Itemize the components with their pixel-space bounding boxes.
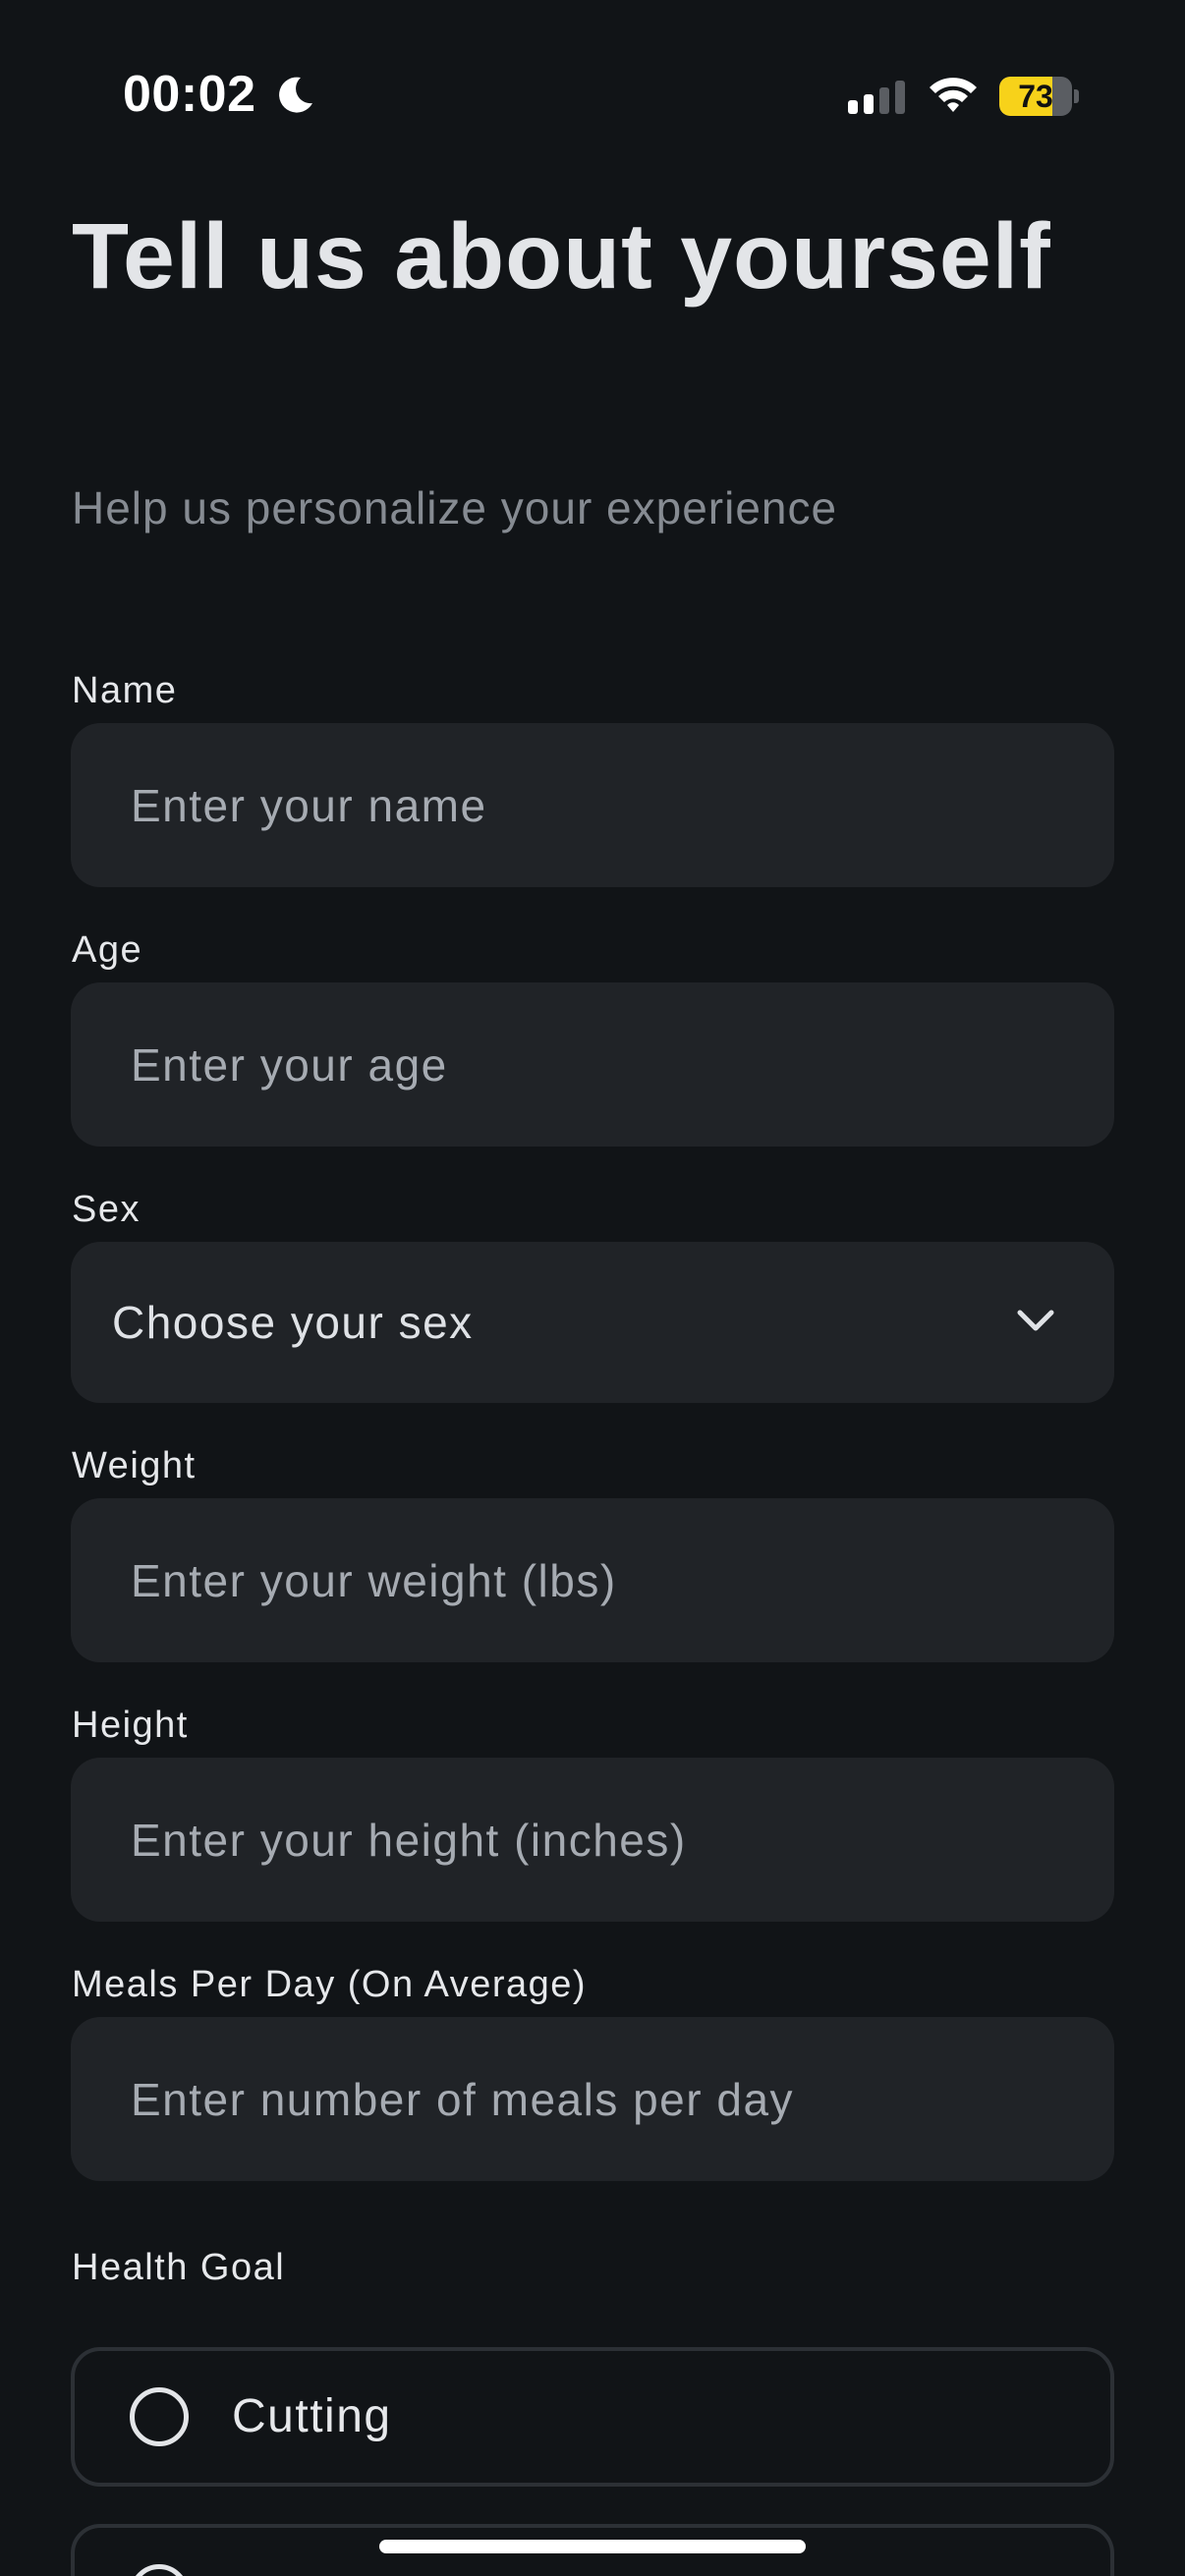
radio-circle-icon[interactable] [130, 2564, 189, 2576]
status-time: 00:02 [123, 66, 256, 123]
battery-body: 73 [999, 77, 1072, 116]
battery-cap [1074, 89, 1079, 103]
name-field [71, 723, 1114, 887]
age-input[interactable] [71, 982, 1114, 1147]
name-label: Name [72, 670, 178, 711]
page-title: Tell us about yourself [72, 204, 1051, 308]
health-goal-label: Health Goal [72, 2247, 286, 2288]
signal-icon [848, 81, 905, 114]
weight-input[interactable] [71, 1498, 1114, 1662]
sex-select[interactable]: Choose your sex [71, 1242, 1114, 1403]
meals-label: Meals Per Day (On Average) [72, 1964, 588, 2005]
meals-field [71, 2017, 1114, 2181]
sex-select-value: Choose your sex [112, 1297, 474, 1348]
chevron-down-icon[interactable] [1014, 1305, 1057, 1336]
battery-icon: 73 [999, 77, 1079, 116]
page-subtitle: Help us personalize your experience [72, 482, 838, 533]
wifi-icon [930, 78, 977, 112]
radio-option-cutting[interactable]: Cutting [71, 2347, 1114, 2487]
moon-icon [279, 77, 312, 113]
name-input[interactable] [71, 723, 1114, 887]
age-label: Age [72, 929, 143, 971]
status-bar: 00:02 73 [0, 0, 1185, 187]
sex-label: Sex [72, 1189, 141, 1230]
home-indicator [379, 2540, 806, 2553]
height-label: Height [72, 1705, 189, 1746]
height-field [71, 1758, 1114, 1922]
radio-label: Cutting [232, 2390, 392, 2442]
onboarding-screen: 00:02 73 Tell us about yourself Help us … [0, 0, 1185, 2576]
height-input[interactable] [71, 1758, 1114, 1922]
meals-input[interactable] [71, 2017, 1114, 2181]
radio-circle-icon[interactable] [130, 2387, 189, 2446]
age-field [71, 982, 1114, 1147]
battery-level: 73 [1018, 79, 1053, 114]
weight-label: Weight [72, 1445, 197, 1486]
weight-field [71, 1498, 1114, 1662]
